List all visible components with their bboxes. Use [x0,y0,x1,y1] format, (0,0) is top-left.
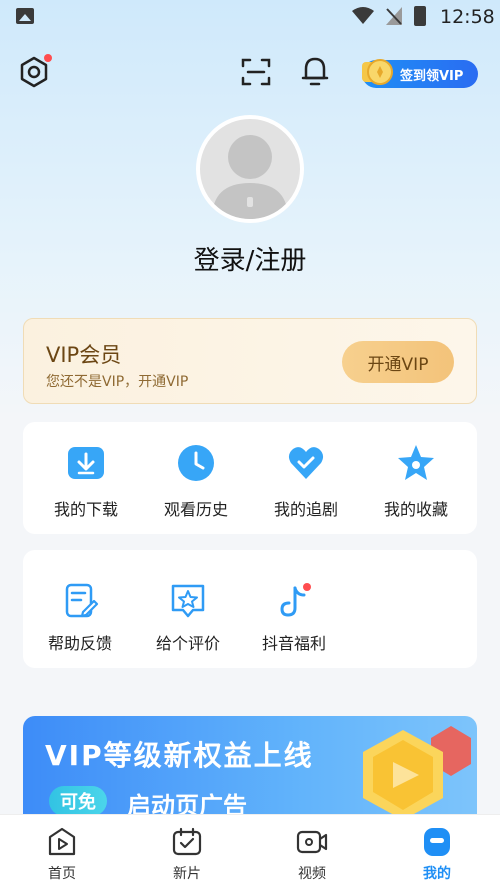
quick-action-label: 我的追剧 [273,500,338,519]
home-play-icon [48,827,76,856]
scan-button[interactable] [240,56,272,88]
bottom-navigation: 首页 新片 视频 我的 [0,814,500,888]
vip-membership-card[interactable]: VIP会员 您还不是VIP，开通VIP 开通VIP [23,318,477,404]
service-tiktok-benefits[interactable]: 抖音福利 [237,582,351,654]
banner-title: VIP等级新权益上线 [45,739,314,772]
vip-promo-banner[interactable]: VIP等级新权益上线 可免 启动页广告 [23,716,477,826]
bell-icon [301,57,329,86]
vip-card-subtitle: 您还不是VIP，开通VIP [46,374,189,390]
notification-dot [44,54,52,62]
vip-card-title: VIP会员 [46,343,122,367]
nav-label: 新片 [173,866,201,882]
scan-icon [241,58,271,86]
default-avatar-icon [212,135,288,219]
avatar[interactable] [196,115,304,223]
nav-label: 首页 [48,866,76,882]
quick-action-history[interactable]: 观看历史 [139,444,253,524]
login-register-link[interactable]: 登录/注册 [0,240,500,277]
feedback-doc-icon [65,583,99,618]
nav-mine[interactable]: 我的 [387,815,487,888]
quick-action-downloads[interactable]: 我的下载 [29,444,143,524]
status-bar: 12:58 [0,0,500,34]
quick-action-favorites[interactable]: 我的收藏 [359,444,473,524]
battery-icon [414,6,426,26]
user-icon [424,828,450,856]
service-feedback[interactable]: 帮助反馈 [23,582,137,654]
play-hexagon-decoration-icon [363,726,471,820]
gold-coin-icon [362,59,393,85]
quick-action-label: 我的收藏 [383,500,448,519]
status-time: 12:58 [440,6,495,28]
rating-star-icon [171,584,205,618]
service-label: 抖音福利 [261,634,326,653]
no-signal-icon [386,7,402,25]
quick-actions-card: 我的下载 观看历史 我的追剧 我的收藏 [23,422,477,534]
nav-home[interactable]: 首页 [12,815,112,888]
tiktok-icon [280,583,311,617]
signin-vip-button[interactable]: 签到领VIP [362,59,478,88]
service-label: 给个评价 [155,634,220,653]
quick-action-following[interactable]: 我的追剧 [249,444,363,524]
download-icon [68,447,104,479]
star-icon [398,445,434,480]
services-card: 帮助反馈 给个评价 抖音福利 [23,550,477,668]
quick-action-label: 观看历史 [163,500,228,519]
open-vip-button[interactable]: 开通VIP [342,341,454,383]
calendar-check-icon [172,827,202,856]
messages-button[interactable] [298,54,332,88]
video-camera-icon [296,830,328,854]
nav-label: 我的 [423,866,451,882]
signin-label: 签到领VIP [400,68,464,84]
gallery-notification-icon [16,8,34,24]
clock-icon [178,445,214,481]
service-label: 帮助反馈 [47,634,112,653]
heart-check-icon [288,447,324,479]
nav-new-releases[interactable]: 新片 [137,815,237,888]
service-rate[interactable]: 给个评价 [131,582,245,654]
nav-label: 视频 [298,866,326,882]
wifi-icon [352,7,374,24]
quick-action-label: 我的下载 [53,500,118,519]
banner-badge: 可免 [49,786,107,816]
nav-videos[interactable]: 视频 [262,815,362,888]
settings-button[interactable] [18,54,52,88]
